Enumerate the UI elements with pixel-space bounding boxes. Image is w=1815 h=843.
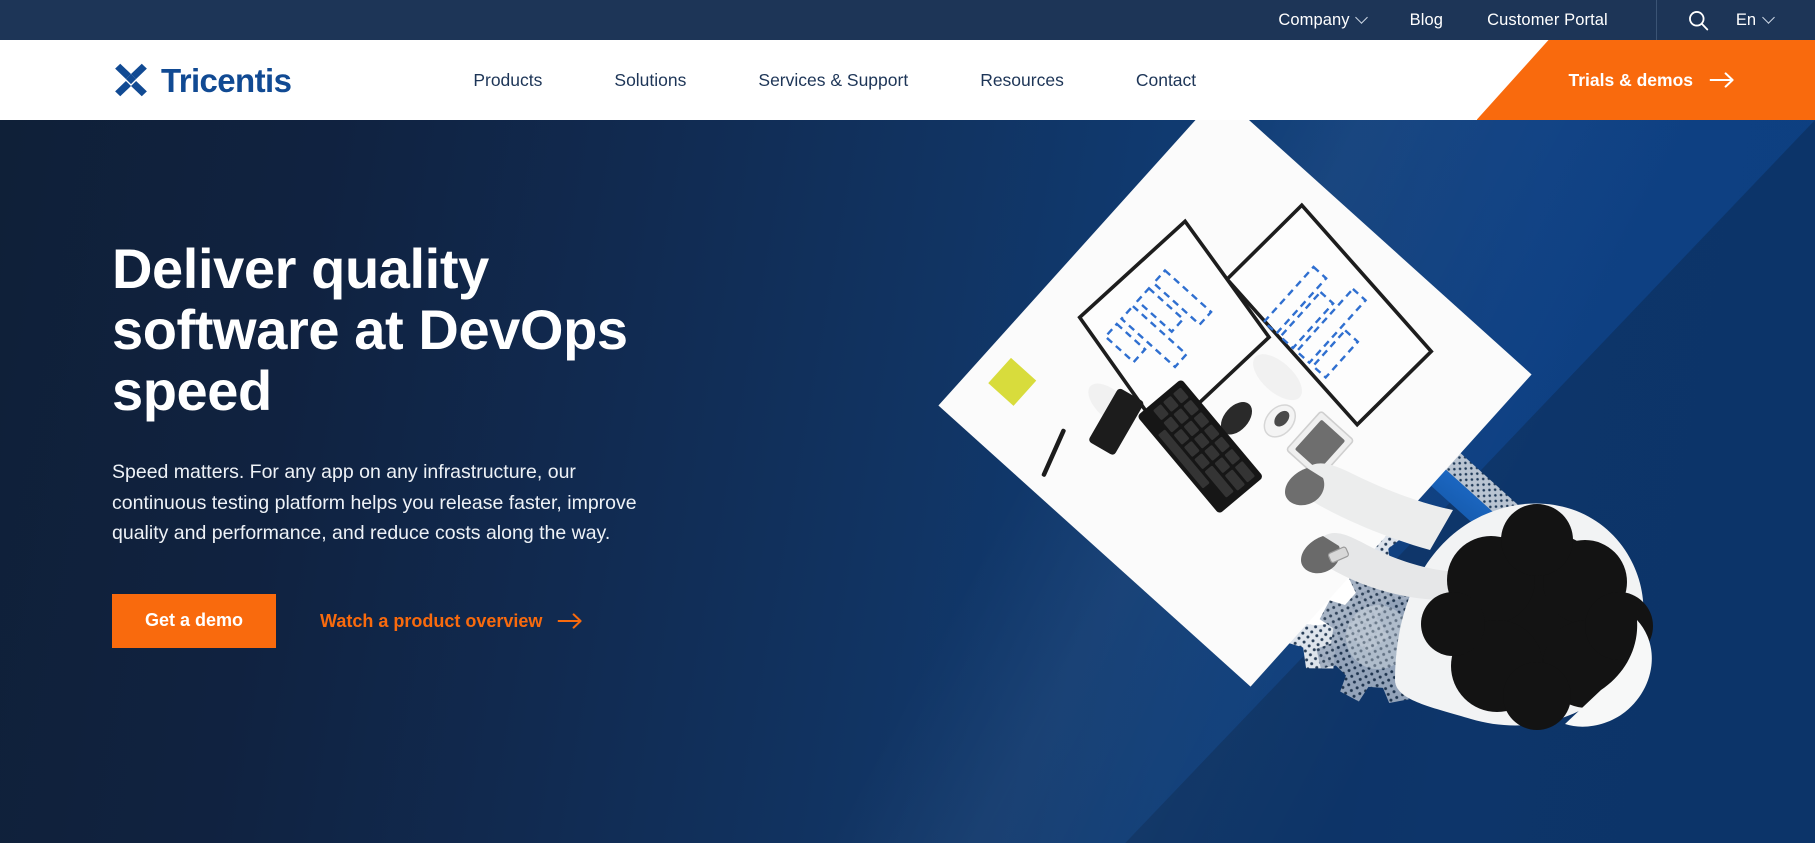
utility-item-customer-portal[interactable]: Customer Portal bbox=[1465, 11, 1630, 30]
utility-item-company[interactable]: Company bbox=[1256, 11, 1387, 30]
keyboard bbox=[1138, 380, 1262, 513]
hero-content: Deliver quality software at DevOps speed… bbox=[0, 120, 680, 648]
primary-nav-links: Products Solutions Services & Support Re… bbox=[437, 40, 1232, 120]
monitor-primary bbox=[1224, 202, 1434, 428]
arrow-right-icon bbox=[558, 613, 583, 629]
gear-halftone-secondary-icon bbox=[1316, 569, 1455, 703]
hero-desk-illustration bbox=[938, 120, 1653, 730]
main-navigation: Tricentis Products Solutions Services & … bbox=[0, 40, 1815, 120]
watch-product-overview-label: Watch a product overview bbox=[320, 610, 543, 631]
chevron-down-icon bbox=[1354, 10, 1368, 24]
person-at-desk bbox=[1285, 463, 1653, 730]
language-selector[interactable]: En bbox=[1736, 11, 1815, 30]
trials-and-demos-label: Trials & demos bbox=[1568, 69, 1694, 90]
pen bbox=[1041, 428, 1066, 477]
search-icon bbox=[1688, 10, 1709, 30]
dashed-chart-bars-primary bbox=[1262, 265, 1368, 380]
black-mouse bbox=[1220, 402, 1253, 435]
mouse-device bbox=[1263, 404, 1297, 438]
watch-product-overview-link[interactable]: Watch a product overview bbox=[320, 611, 583, 632]
utility-bar: Company Blog Customer Portal En bbox=[0, 0, 1815, 40]
hero-section: Deliver quality software at DevOps speed… bbox=[0, 120, 1815, 843]
hero-subtitle: Speed matters. For any app on any infras… bbox=[112, 461, 637, 544]
tablet-device bbox=[1286, 411, 1354, 479]
utility-item-blog[interactable]: Blog bbox=[1388, 11, 1465, 30]
gear-outline-icon bbox=[1146, 475, 1253, 581]
hair bbox=[1421, 504, 1653, 730]
language-label: En bbox=[1735, 10, 1756, 29]
nav-link-resources[interactable]: Resources bbox=[944, 40, 1100, 120]
arrow-right-icon bbox=[1709, 72, 1734, 88]
dashed-chart-bars-secondary bbox=[1103, 268, 1213, 369]
gear-halftone-icon bbox=[1238, 483, 1411, 669]
utility-right-group: En bbox=[1657, 9, 1815, 32]
chevron-down-icon bbox=[1762, 10, 1775, 24]
monitor-secondary bbox=[1077, 218, 1272, 439]
get-a-demo-button[interactable]: Get a demo bbox=[112, 594, 277, 648]
trials-and-demos-button[interactable]: Trials & demos bbox=[1476, 40, 1815, 120]
nav-link-solutions[interactable]: Solutions bbox=[578, 40, 722, 120]
logo-wordmark: Tricentis bbox=[161, 61, 292, 99]
nav-link-products[interactable]: Products bbox=[437, 40, 578, 120]
logo-home-link[interactable]: Tricentis bbox=[112, 61, 292, 99]
nav-link-services-support[interactable]: Services & Support bbox=[722, 40, 944, 120]
tricentis-x-logo-icon bbox=[115, 63, 147, 97]
utility-item-blog-label: Blog bbox=[1409, 10, 1444, 29]
search-button[interactable] bbox=[1657, 9, 1736, 32]
hero-cta-row: Get a demo Watch a product overview bbox=[112, 594, 680, 648]
utility-nav: Company Blog Customer Portal bbox=[1256, 11, 1629, 30]
utility-item-customer-portal-label: Customer Portal bbox=[1487, 10, 1608, 29]
yellow-diamond-accent bbox=[988, 357, 1037, 406]
hero-title: Deliver quality software at DevOps speed bbox=[112, 237, 628, 423]
smartphone bbox=[1089, 388, 1144, 455]
trials-cta-wrapper: Trials & demos bbox=[1476, 40, 1815, 120]
nav-link-contact[interactable]: Contact bbox=[1100, 40, 1232, 120]
utility-item-company-label: Company bbox=[1278, 10, 1350, 29]
